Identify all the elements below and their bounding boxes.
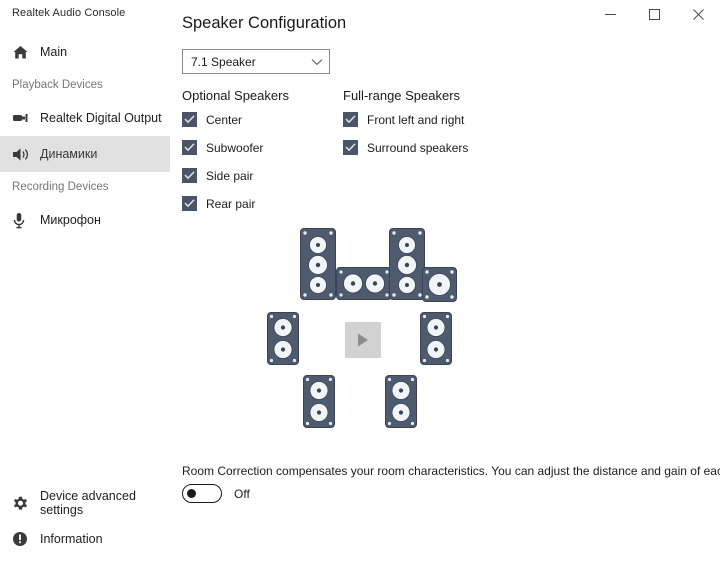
rear-left-speaker[interactable] (303, 375, 335, 428)
checkbox-rear-pair[interactable]: Rear pair (182, 196, 255, 211)
main-content: Speaker Configuration 7.1 Speaker Option… (175, 0, 720, 563)
speaker-configuration-dropdown[interactable]: 7.1 Speaker (182, 49, 330, 74)
sidebar-item-realtek-digital-output[interactable]: Realtek Digital Output (0, 100, 175, 136)
checkbox-rear-pair-label: Rear pair (206, 196, 256, 211)
checkbox-center[interactable]: Center (182, 112, 242, 127)
sidebar-bottom-nav: Device advanced settings Information (0, 485, 175, 557)
room-correction-toggle[interactable] (182, 484, 222, 503)
sidebar-item-mikrofon-label: Микрофон (40, 213, 101, 227)
checkbox-front-left-and-right-label: Front left and right (367, 112, 465, 127)
page-title: Speaker Configuration (182, 14, 347, 32)
front-left-speaker[interactable] (300, 228, 336, 300)
front-right-speaker[interactable] (389, 228, 425, 300)
room-correction-toggle-row: Off (182, 484, 250, 503)
sidebar-item-realtek-digital-output-label: Realtek Digital Output (40, 111, 162, 125)
checkbox-side-pair[interactable]: Side pair (182, 168, 253, 183)
sidebar: Main Playback Devices Realtek Digital Ou… (0, 28, 175, 563)
microphone-icon (12, 212, 38, 229)
chevron-down-icon (311, 58, 323, 66)
room-correction-toggle-label: Off (234, 486, 250, 501)
checkbox-subwoofer-label: Subwoofer (206, 140, 264, 155)
center-speaker[interactable] (336, 267, 392, 300)
checkbox-front-left-and-right-box (343, 112, 358, 127)
speaker-configuration-dropdown-value: 7.1 Speaker (191, 54, 256, 69)
play-icon (358, 333, 368, 347)
sidebar-item-main[interactable]: Main (0, 34, 175, 70)
checkbox-side-pair-label: Side pair (206, 168, 254, 183)
checkbox-surround-speakers-box (343, 140, 358, 155)
checkbox-surround-speakers[interactable]: Surround speakers (343, 140, 468, 155)
checkbox-center-label: Center (206, 112, 243, 127)
sidebar-item-information[interactable]: Information (0, 521, 175, 557)
home-icon (12, 44, 38, 61)
optional-speakers-heading: Optional Speakers (182, 88, 289, 103)
subwoofer[interactable] (422, 267, 457, 302)
checkbox-subwoofer-box (182, 140, 197, 155)
sidebar-section-playback: Playback Devices (12, 79, 103, 91)
sidebar-item-device-advanced-settings-label: Device advanced settings (40, 489, 136, 517)
sidebar-item-device-advanced-settings[interactable]: Device advanced settings (0, 485, 175, 521)
side-right-speaker[interactable] (420, 312, 452, 365)
sidebar-section-recording: Recording Devices (12, 181, 109, 193)
info-icon (12, 531, 38, 547)
sidebar-item-dinamiki[interactable]: Динамики (0, 136, 170, 172)
rear-right-speaker[interactable] (385, 375, 417, 428)
sidebar-item-dinamiki-label: Динамики (40, 147, 98, 161)
spdif-icon (12, 111, 38, 125)
sidebar-item-main-label: Main (40, 45, 68, 59)
checkbox-surround-speakers-label: Surround speakers (367, 140, 469, 155)
speaker-icon (12, 147, 38, 162)
room-correction-description: Room Correction compensates your room ch… (182, 464, 720, 478)
checkbox-rear-pair-box (182, 196, 197, 211)
toggle-knob (187, 489, 196, 498)
sidebar-item-information-label: Information (40, 532, 103, 546)
speaker-layout-diagram (175, 222, 720, 447)
play-test-tone-button[interactable] (345, 322, 381, 358)
checkbox-subwoofer[interactable]: Subwoofer (182, 140, 263, 155)
checkbox-front-left-and-right[interactable]: Front left and right (343, 112, 464, 127)
sidebar-item-mikrofon[interactable]: Микрофон (0, 202, 175, 238)
fullrange-speakers-heading: Full-range Speakers (343, 88, 461, 103)
side-left-speaker[interactable] (267, 312, 299, 365)
checkbox-center-box (182, 112, 197, 127)
gear-icon (12, 495, 38, 512)
checkbox-side-pair-box (182, 168, 197, 183)
window-title: Realtek Audio Console (12, 7, 126, 19)
